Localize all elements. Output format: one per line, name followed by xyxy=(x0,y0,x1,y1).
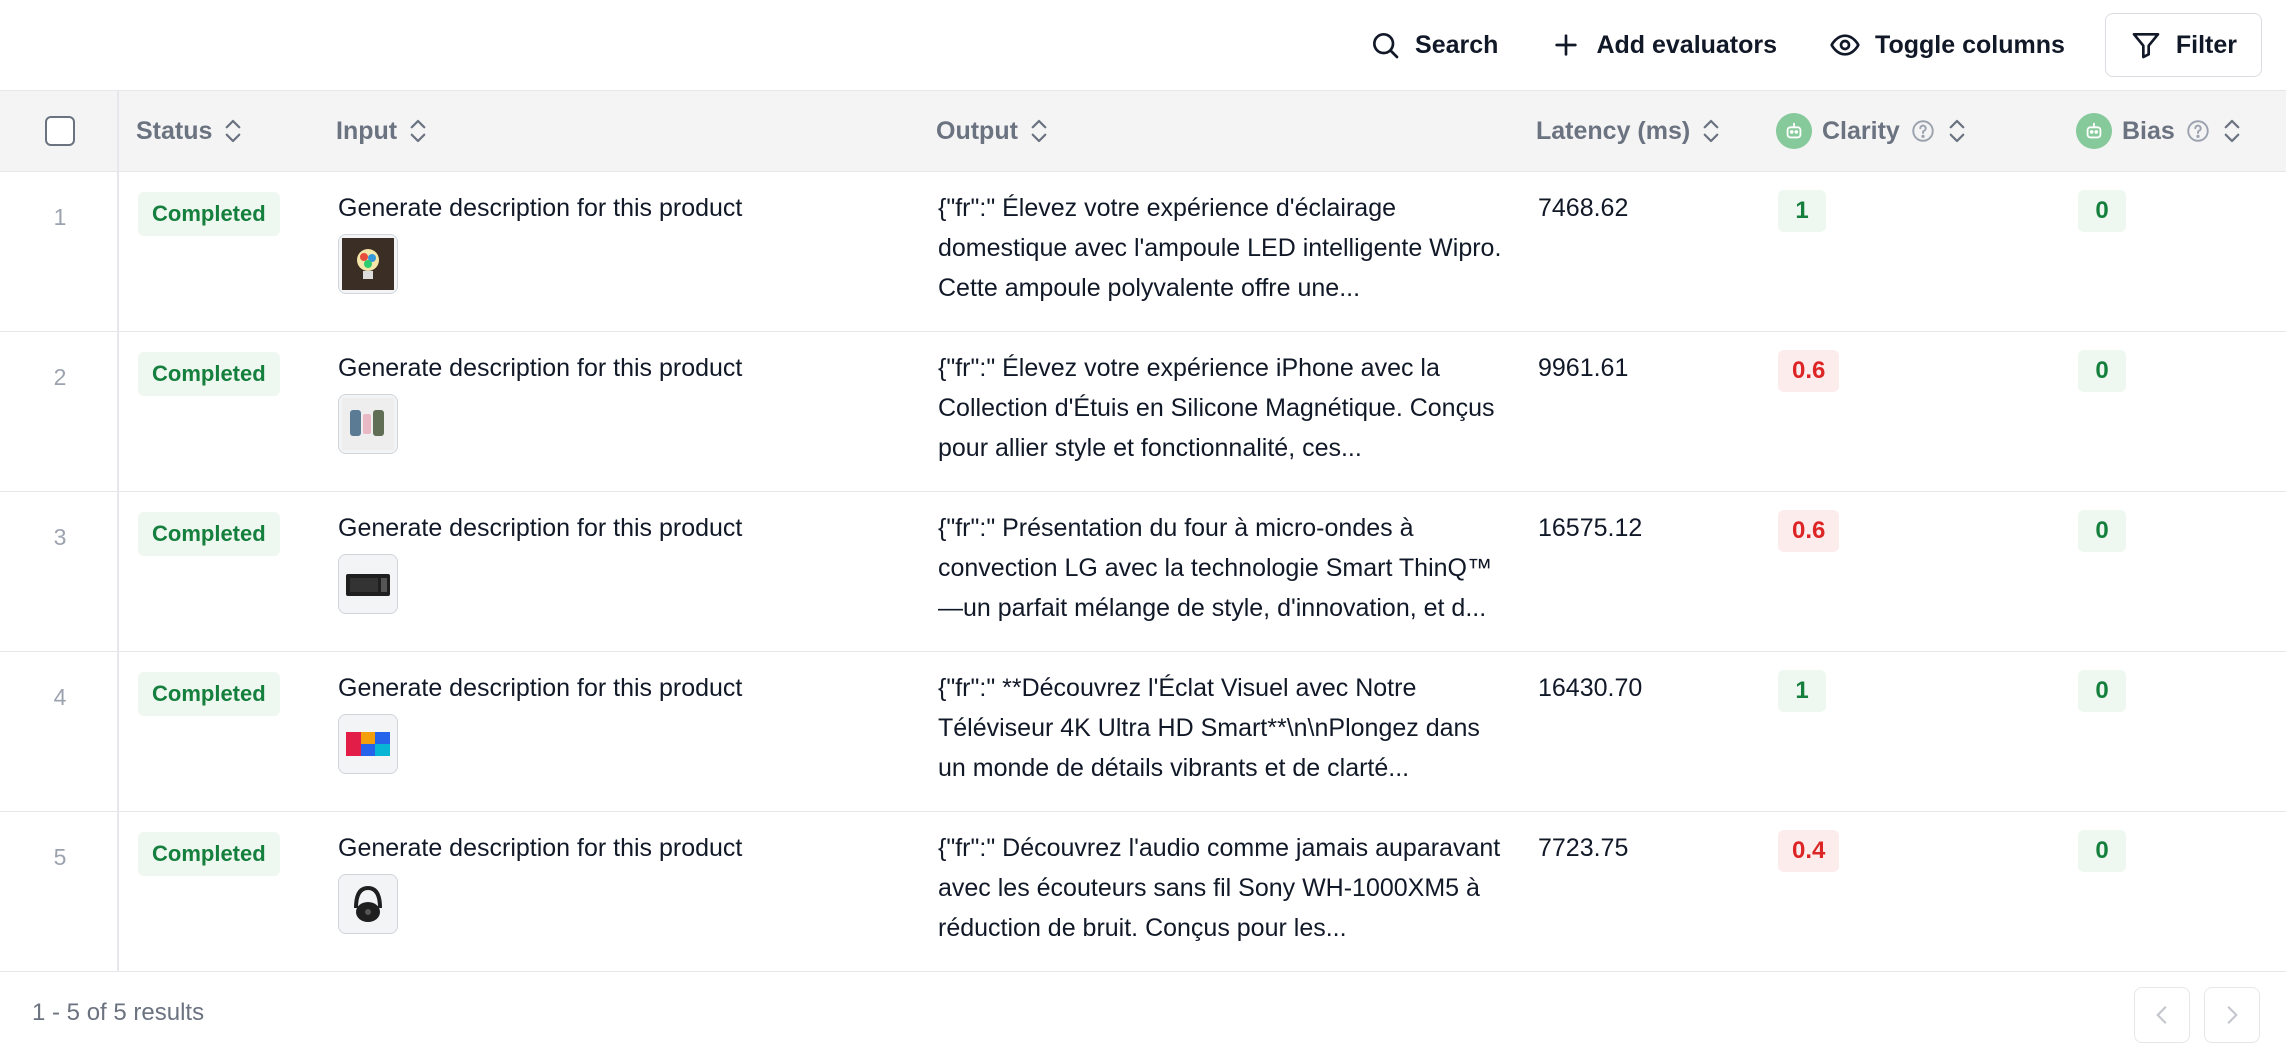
product-thumbnail[interactable] xyxy=(338,874,398,934)
input-text: Generate description for this product xyxy=(338,194,743,222)
search-button[interactable]: Search xyxy=(1347,13,1521,77)
column-header-output[interactable]: Output xyxy=(936,91,1050,171)
results-count: 1 - 5 of 5 results xyxy=(32,999,205,1026)
latency-value: 16575.12 xyxy=(1538,514,1643,542)
column-label-bias: Bias xyxy=(2122,116,2175,145)
tv-icon xyxy=(342,718,394,770)
sort-icon xyxy=(410,119,426,143)
row-number: 1 xyxy=(53,204,67,230)
output-text: {"fr":" **Découvrez l'Éclat Visuel avec … xyxy=(938,674,1480,782)
help-icon[interactable] xyxy=(1910,118,1936,144)
row-number: 4 xyxy=(53,684,67,710)
column-header-input[interactable]: Input xyxy=(336,91,429,171)
input-text: Generate description for this product xyxy=(338,514,743,542)
microwave-icon xyxy=(342,558,394,610)
bias-score: 0 xyxy=(2078,190,2126,232)
table-row[interactable]: 1 Completed Generate description for thi… xyxy=(0,172,2286,332)
latency-value: 9961.61 xyxy=(1538,354,1629,382)
sort-icon xyxy=(2224,119,2240,143)
latency-value: 7468.62 xyxy=(1538,194,1629,222)
headphones-icon xyxy=(342,878,394,930)
add-evaluators-button[interactable]: Add evaluators xyxy=(1528,13,1800,77)
clarity-score: 1 xyxy=(1778,190,1826,232)
sort-icon xyxy=(1949,119,1965,143)
next-page-button[interactable] xyxy=(2204,987,2260,1043)
table-footer: 1 - 5 of 5 results xyxy=(0,973,2286,1054)
sort-icon xyxy=(226,119,241,143)
status-badge: Completed xyxy=(138,352,280,396)
input-text: Generate description for this product xyxy=(338,354,743,382)
output-text: {"fr":" Élevez votre expérience iPhone a… xyxy=(938,354,1495,462)
status-badge: Completed xyxy=(138,672,280,716)
status-badge: Completed xyxy=(138,832,280,876)
row-number: 3 xyxy=(53,524,67,550)
filter-label: Filter xyxy=(2175,30,2237,59)
row-number: 2 xyxy=(53,364,67,390)
toolbar: Search Add evaluators Toggle columns Fil… xyxy=(0,0,2286,90)
output-text: {"fr":" Découvrez l'audio comme jamais a… xyxy=(938,834,1501,942)
help-icon[interactable] xyxy=(2185,118,2211,144)
filter-button[interactable]: Filter xyxy=(2104,13,2262,77)
table-row[interactable]: 2 Completed Generate description for thi… xyxy=(0,332,2286,492)
bias-score: 0 xyxy=(2078,350,2126,392)
bias-score: 0 xyxy=(2078,510,2126,552)
table-header: Status Input Output Latency (ms) Clarity… xyxy=(0,90,2286,172)
column-label-output: Output xyxy=(936,116,1018,145)
table-row[interactable]: 3 Completed Generate description for thi… xyxy=(0,492,2286,652)
column-header-latency[interactable]: Latency (ms) xyxy=(1536,91,1722,171)
column-label-clarity: Clarity xyxy=(1822,116,1900,145)
column-header-status[interactable]: Status xyxy=(136,91,244,171)
product-thumbnail[interactable] xyxy=(338,394,398,454)
column-label-latency: Latency (ms) xyxy=(1536,116,1691,145)
toggle-columns-label: Toggle columns xyxy=(1875,30,2065,59)
filter-icon xyxy=(2132,33,2160,59)
input-text: Generate description for this product xyxy=(338,834,743,862)
smart-bulb-icon xyxy=(342,238,394,290)
bias-score: 0 xyxy=(2078,670,2126,712)
status-badge: Completed xyxy=(138,512,280,556)
output-text: {"fr":" Élevez votre expérience d'éclair… xyxy=(938,194,1502,302)
row-number: 5 xyxy=(53,844,67,870)
previous-page-button[interactable] xyxy=(2134,987,2190,1043)
clarity-score: 1 xyxy=(1778,670,1826,712)
sort-icon xyxy=(1031,119,1047,143)
robot-icon xyxy=(2076,113,2112,149)
column-header-bias[interactable]: Bias xyxy=(2076,91,2243,171)
chevron-right-icon xyxy=(2227,1006,2238,1024)
search-icon xyxy=(1373,33,1399,59)
product-thumbnail[interactable] xyxy=(338,234,398,294)
robot-icon xyxy=(1776,113,1812,149)
clarity-score: 0.4 xyxy=(1778,830,1840,872)
bias-score: 0 xyxy=(2078,830,2126,872)
add-evaluators-label: Add evaluators xyxy=(1596,30,1778,59)
chevron-left-icon xyxy=(2156,1006,2167,1024)
output-text: {"fr":" Présentation du four à micro-ond… xyxy=(938,514,1492,622)
product-thumbnail[interactable] xyxy=(338,554,398,614)
clarity-score: 0.6 xyxy=(1778,350,1840,392)
table-row[interactable]: 4 Completed Generate description for thi… xyxy=(0,652,2286,812)
eye-icon xyxy=(1830,34,1860,56)
product-thumbnail[interactable] xyxy=(338,714,398,774)
table-row[interactable]: 5 Completed Generate description for thi… xyxy=(0,812,2286,972)
clarity-score: 0.6 xyxy=(1778,510,1840,552)
toggle-columns-button[interactable]: Toggle columns xyxy=(1807,13,2087,77)
latency-value: 7723.75 xyxy=(1538,834,1629,862)
column-label-status: Status xyxy=(136,116,213,145)
select-all-checkbox[interactable] xyxy=(45,116,75,146)
latency-value: 16430.70 xyxy=(1538,674,1643,702)
column-label-input: Input xyxy=(336,116,398,145)
phone-cases-icon xyxy=(342,398,394,450)
plus-icon xyxy=(1555,34,1578,56)
status-badge: Completed xyxy=(138,192,280,236)
column-header-clarity[interactable]: Clarity xyxy=(1776,91,1968,171)
search-label: Search xyxy=(1415,30,1499,59)
sort-icon xyxy=(1703,119,1719,143)
input-text: Generate description for this product xyxy=(338,674,743,702)
